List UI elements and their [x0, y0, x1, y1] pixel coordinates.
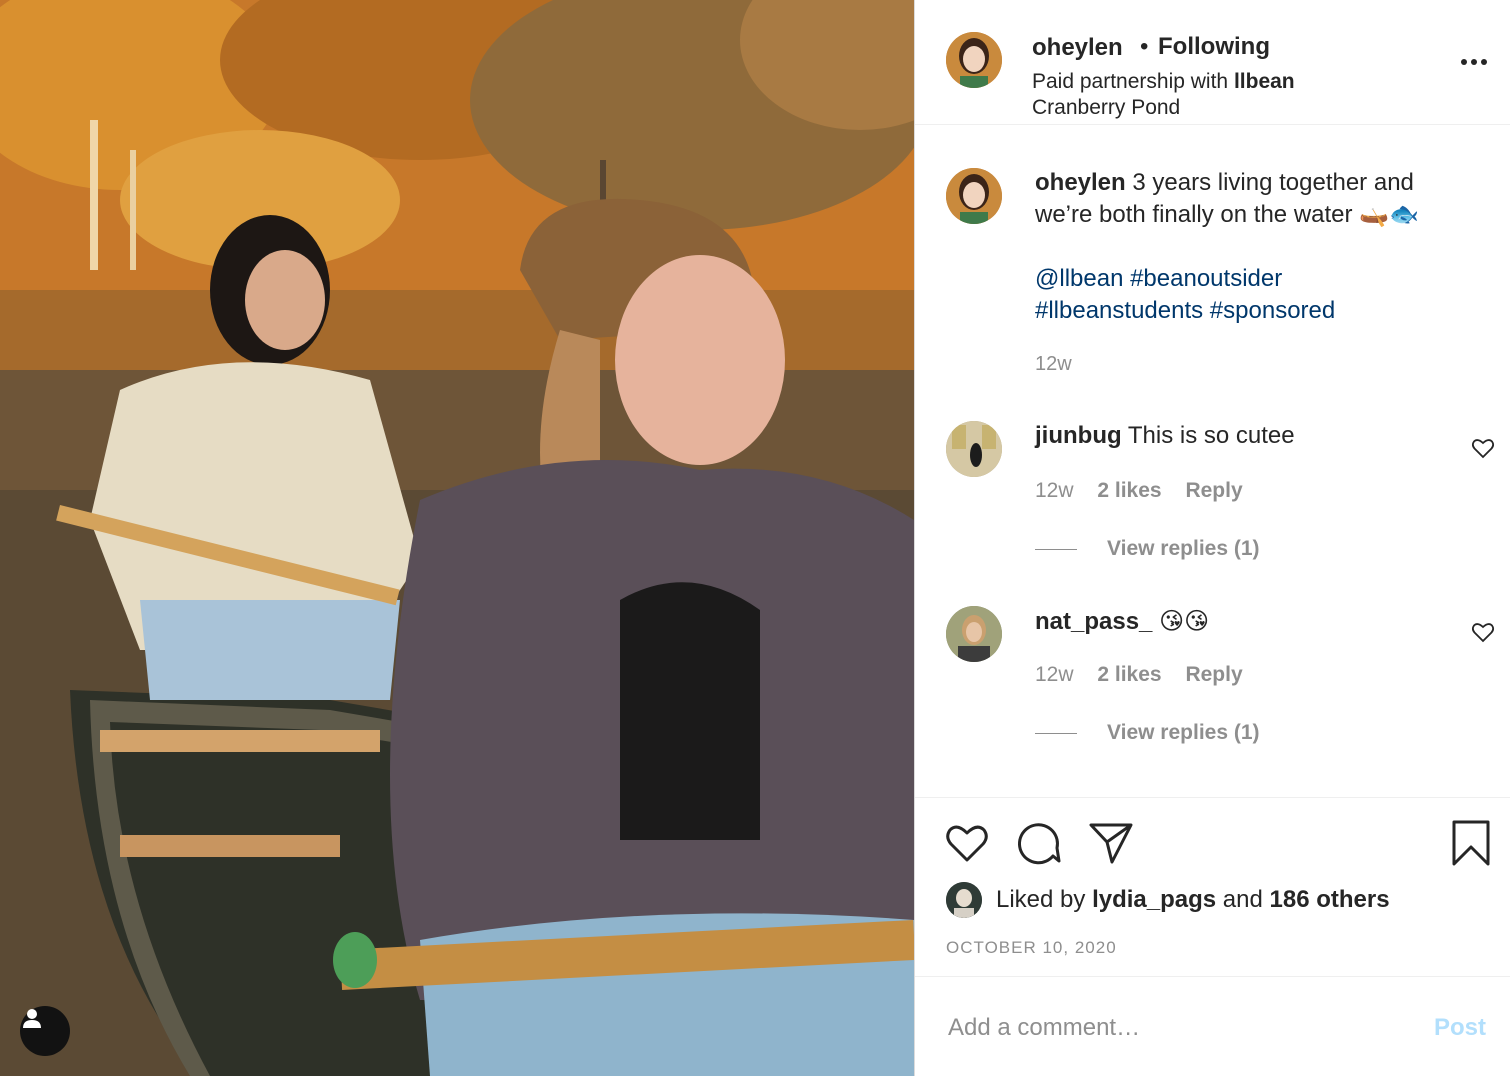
- reply-button[interactable]: Reply: [1185, 663, 1242, 686]
- reply-button[interactable]: Reply: [1185, 479, 1242, 502]
- comment-likes[interactable]: 2 likes: [1097, 479, 1161, 502]
- like-button[interactable]: [944, 820, 990, 866]
- comments-section: oheylen 3 years living together and we’r…: [915, 125, 1510, 796]
- post-comment-button[interactable]: Post: [1434, 1014, 1486, 1042]
- view-replies-label: View replies (1): [1107, 721, 1260, 744]
- header-separator: •: [1140, 33, 1149, 60]
- liker-avatar[interactable]: [946, 882, 982, 918]
- comment-meta: 12w 2 likes Reply: [1035, 479, 1261, 503]
- comment-text: nat_pass_ 😘😘: [1035, 607, 1209, 636]
- avatar-illustration: [946, 168, 1002, 224]
- post-actions: Liked by lydia_pags and 186 others OCTOB…: [915, 797, 1510, 976]
- post-sidebar: oheylen • Following Paid partnership wit…: [915, 0, 1510, 1076]
- replies-divider: [1035, 548, 1077, 550]
- heart-icon: [1471, 623, 1495, 643]
- avatar-illustration: [946, 606, 1002, 662]
- heart-icon: [1471, 439, 1495, 459]
- author-username[interactable]: oheylen: [1032, 34, 1123, 62]
- save-button[interactable]: [1448, 820, 1494, 866]
- following-button[interactable]: Following: [1158, 33, 1270, 61]
- photo-illustration: [0, 0, 914, 1076]
- avatar-illustration: [946, 32, 1002, 88]
- liker-username[interactable]: lydia_pags: [1092, 886, 1216, 914]
- comment-icon: [1017, 823, 1061, 865]
- comment-timestamp[interactable]: 12w: [1035, 479, 1074, 502]
- likes-summary: Liked by lydia_pags and 186 others: [946, 882, 1390, 918]
- comment-timestamp[interactable]: 12w: [1035, 663, 1074, 686]
- more-options-button[interactable]: [1459, 50, 1489, 74]
- likes-prefix: Liked by: [996, 886, 1086, 913]
- caption-hashtags: @llbean #beanoutsider #llbeanstudents #s…: [1035, 263, 1475, 327]
- partner-link[interactable]: llbean: [1234, 70, 1295, 93]
- comment-likes[interactable]: 2 likes: [1097, 663, 1161, 686]
- comment-like-button[interactable]: [1471, 620, 1495, 644]
- caption-avatar[interactable]: [946, 168, 1002, 224]
- commenter-avatar[interactable]: [946, 606, 1002, 662]
- share-icon: [1089, 823, 1133, 864]
- comment-meta: 12w 2 likes Reply: [1035, 663, 1261, 687]
- heart-icon: [946, 825, 988, 862]
- likes-middle: and: [1222, 886, 1263, 913]
- avatar-illustration: [946, 882, 982, 918]
- avatar-illustration: [946, 421, 1002, 477]
- more-options-icon: [1461, 59, 1487, 65]
- view-replies-button[interactable]: View replies (1): [1035, 721, 1260, 745]
- comment-input[interactable]: [946, 1007, 1410, 1049]
- bookmark-icon: [1452, 820, 1490, 866]
- hashtag-line[interactable]: @llbean #beanoutsider: [1035, 263, 1475, 295]
- commenter-avatar[interactable]: [946, 421, 1002, 477]
- post-date[interactable]: OCTOBER 10, 2020: [946, 938, 1117, 958]
- hashtag-line[interactable]: #llbeanstudents #sponsored: [1035, 295, 1475, 327]
- caption-timestamp[interactable]: 12w: [1035, 353, 1072, 376]
- partnership-prefix: Paid partnership with: [1032, 70, 1229, 93]
- post-photo[interactable]: [0, 0, 914, 1076]
- replies-divider: [1035, 732, 1077, 734]
- caption-text: oheylen 3 years living together and we’r…: [1035, 167, 1475, 231]
- post-header: oheylen • Following Paid partnership wit…: [915, 0, 1510, 125]
- comment-button[interactable]: [1016, 820, 1062, 866]
- likes-others-link[interactable]: 186 others: [1270, 886, 1390, 914]
- add-comment-bar: Post: [915, 976, 1510, 1077]
- comment-like-button[interactable]: [1471, 436, 1495, 460]
- user-tag-icon: [23, 1009, 41, 1028]
- caption-username[interactable]: oheylen: [1035, 169, 1126, 196]
- author-avatar[interactable]: [946, 32, 1002, 88]
- comment-body: 😘😘: [1159, 608, 1210, 635]
- view-replies-button[interactable]: View replies (1): [1035, 537, 1260, 561]
- comment-username[interactable]: nat_pass_: [1035, 608, 1152, 635]
- location-link[interactable]: Cranberry Pond: [1032, 96, 1180, 120]
- view-replies-label: View replies (1): [1107, 537, 1260, 560]
- paid-partnership-label: Paid partnership with llbean: [1032, 70, 1295, 94]
- user-tag-button[interactable]: [20, 1006, 70, 1056]
- comment-text: jiunbug This is so cutee: [1035, 422, 1295, 450]
- comment-body: This is so cutee: [1127, 422, 1295, 449]
- share-button[interactable]: [1088, 820, 1134, 866]
- comment-username[interactable]: jiunbug: [1035, 422, 1122, 449]
